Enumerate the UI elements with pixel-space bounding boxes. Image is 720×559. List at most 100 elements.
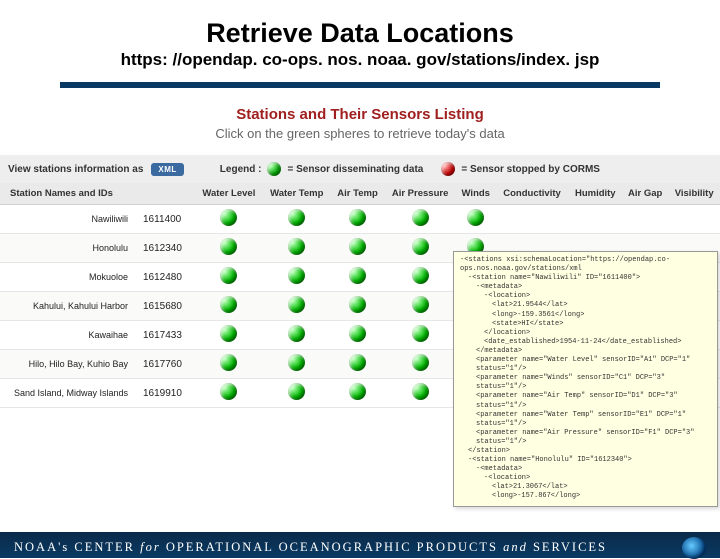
- sensor-sphere-icon[interactable]: [467, 209, 484, 226]
- green-sphere-icon: [267, 162, 281, 176]
- col-visibility: Visibility: [668, 183, 720, 205]
- xml-button[interactable]: XML: [151, 163, 183, 176]
- sensor-cell: [263, 379, 331, 408]
- sensor-cell: [195, 379, 263, 408]
- col-air-pressure: Air Pressure: [384, 183, 456, 205]
- sensor-cell: [195, 350, 263, 379]
- sensor-cell: [384, 321, 456, 350]
- sensor-sphere-icon[interactable]: [220, 238, 237, 255]
- sensor-cell: [384, 205, 456, 234]
- xml-line: <parameter name="Air Temp" sensorID="D1"…: [460, 392, 711, 410]
- xml-line: -<stations xsi:schemaLocation="https://o…: [460, 256, 711, 274]
- sensor-cell: [622, 205, 668, 234]
- legend-green-text: = Sensor disseminating data: [287, 164, 423, 175]
- xml-line: </metadata>: [460, 347, 711, 356]
- sensor-sphere-icon[interactable]: [412, 383, 429, 400]
- sensor-cell: [331, 350, 384, 379]
- sensor-sphere-icon[interactable]: [349, 267, 366, 284]
- sensor-sphere-icon[interactable]: [349, 354, 366, 371]
- xml-line: <parameter name="Air Pressure" sensorID=…: [460, 429, 711, 447]
- xml-line: <date_established>1954-11-24</date_estab…: [460, 338, 711, 347]
- station-id: 1612340: [140, 234, 195, 263]
- sensor-cell: [384, 292, 456, 321]
- sensor-sphere-icon[interactable]: [220, 354, 237, 371]
- sensor-cell: [263, 321, 331, 350]
- station-id: 1615680: [140, 292, 195, 321]
- sensor-cell: [263, 205, 331, 234]
- sensor-sphere-icon[interactable]: [412, 209, 429, 226]
- xml-tooltip: -<stations xsi:schemaLocation="https://o…: [453, 251, 718, 507]
- sensor-sphere-icon[interactable]: [412, 267, 429, 284]
- sensor-cell: [263, 263, 331, 292]
- station-id: 1617433: [140, 321, 195, 350]
- sensor-cell: [496, 205, 569, 234]
- legend-row: View stations information as XML Legend …: [0, 155, 720, 183]
- xml-line: -<location>: [460, 474, 711, 483]
- slide-url: https: //opendap. co-ops. nos. noaa. gov…: [0, 50, 720, 70]
- col-air-temp: Air Temp: [331, 183, 384, 205]
- sensor-cell: [668, 205, 720, 234]
- sensor-cell: [195, 292, 263, 321]
- table-wrap: Station Names and IDs Water Level Water …: [0, 183, 720, 408]
- sensor-sphere-icon[interactable]: [288, 383, 305, 400]
- footer-bar: NOAA's CENTER for OPERATIONAL OCEANOGRAP…: [0, 532, 720, 558]
- col-conductivity: Conductivity: [496, 183, 569, 205]
- xml-line: <long>-157.867</long>: [460, 492, 711, 501]
- col-winds: Winds: [456, 183, 496, 205]
- sensor-cell: [195, 234, 263, 263]
- xml-line: -<station name="Nawiliwili" ID="1611400"…: [460, 274, 711, 283]
- station-name: Mokuoloe: [0, 263, 140, 292]
- sensor-cell: [384, 234, 456, 263]
- sensor-cell: [331, 263, 384, 292]
- sensor-sphere-icon[interactable]: [349, 238, 366, 255]
- station-id: 1612480: [140, 263, 195, 292]
- sensor-sphere-icon[interactable]: [412, 325, 429, 342]
- station-name: Sand Island, Midway Islands: [0, 379, 140, 408]
- sensor-sphere-icon[interactable]: [349, 296, 366, 313]
- xml-line: <parameter name="Winds" sensorID="C1" DC…: [460, 374, 711, 392]
- sensor-sphere-icon[interactable]: [412, 296, 429, 313]
- sensor-cell: [195, 321, 263, 350]
- sensor-sphere-icon[interactable]: [349, 325, 366, 342]
- sensor-sphere-icon[interactable]: [288, 354, 305, 371]
- view-as-label: View stations information as: [8, 164, 143, 175]
- footer-text: NOAA's CENTER for OPERATIONAL OCEANOGRAP…: [14, 540, 607, 555]
- col-station: Station Names and IDs: [0, 183, 195, 205]
- sensor-cell: [331, 379, 384, 408]
- col-water-temp: Water Temp: [263, 183, 331, 205]
- station-name: Hilo, Hilo Bay, Kuhio Bay: [0, 350, 140, 379]
- sensor-sphere-icon[interactable]: [349, 383, 366, 400]
- xml-line: -<metadata>: [460, 283, 711, 292]
- sensor-sphere-icon[interactable]: [412, 354, 429, 371]
- sensor-sphere-icon[interactable]: [220, 296, 237, 313]
- sensor-sphere-icon[interactable]: [220, 267, 237, 284]
- col-air-gap: Air Gap: [622, 183, 668, 205]
- sensor-sphere-icon[interactable]: [220, 383, 237, 400]
- sensor-sphere-icon[interactable]: [288, 209, 305, 226]
- sensor-cell: [384, 379, 456, 408]
- sensor-sphere-icon[interactable]: [288, 267, 305, 284]
- slide-title: Retrieve Data Locations: [0, 18, 720, 49]
- station-id: 1619910: [140, 379, 195, 408]
- xml-line: <lat>21.9544</lat>: [460, 301, 711, 310]
- sensor-sphere-icon[interactable]: [288, 296, 305, 313]
- red-sphere-icon: [441, 162, 455, 176]
- sensor-cell: [331, 321, 384, 350]
- sensor-sphere-icon[interactable]: [288, 325, 305, 342]
- divider-bar: [60, 82, 660, 88]
- legend-label: Legend :: [220, 164, 262, 175]
- sensor-cell: [263, 350, 331, 379]
- sensor-sphere-icon[interactable]: [220, 209, 237, 226]
- sensor-sphere-icon[interactable]: [288, 238, 305, 255]
- sensor-sphere-icon[interactable]: [220, 325, 237, 342]
- xml-line: -<metadata>: [460, 465, 711, 474]
- col-water-level: Water Level: [195, 183, 263, 205]
- sensor-sphere-icon[interactable]: [349, 209, 366, 226]
- xml-line: </station>: [460, 447, 711, 456]
- station-id: 1611400: [140, 205, 195, 234]
- sensor-sphere-icon[interactable]: [412, 238, 429, 255]
- sensor-cell: [331, 292, 384, 321]
- station-id: 1617760: [140, 350, 195, 379]
- sensor-cell: [384, 350, 456, 379]
- station-name: Kawaihae: [0, 321, 140, 350]
